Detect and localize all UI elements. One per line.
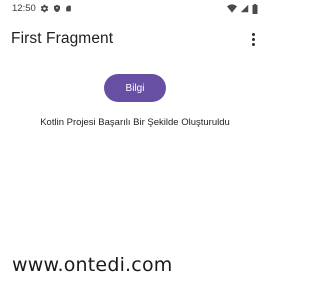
info-button[interactable]: Bilgi: [104, 74, 166, 102]
status-time: 12:50: [12, 3, 36, 14]
status-bar-left: 12:50: [12, 3, 72, 14]
app-screen: 12:50 First Fragment Bilgi Kotlin Projes…: [0, 0, 270, 282]
settings-icon: [40, 4, 49, 13]
more-vert-icon[interactable]: [246, 29, 260, 49]
app-bar-title: First Fragment: [11, 30, 114, 47]
overflow-dot: [251, 37, 255, 41]
battery-icon: [252, 3, 258, 14]
app-bar: First Fragment: [0, 20, 270, 58]
overflow-dot: [251, 42, 255, 46]
watermark-text: www.ontedi.com: [12, 254, 173, 276]
cellular-signal-icon: [240, 4, 249, 13]
status-bar-right: [227, 3, 258, 14]
overflow-dot: [251, 32, 255, 36]
shield-icon: [53, 4, 61, 13]
status-bar: 12:50: [0, 0, 270, 17]
status-message: Kotlin Projesi Başarılı Bir Şekilde Oluş…: [40, 117, 230, 128]
sim-card-icon: [65, 4, 72, 13]
wifi-icon: [227, 4, 237, 13]
